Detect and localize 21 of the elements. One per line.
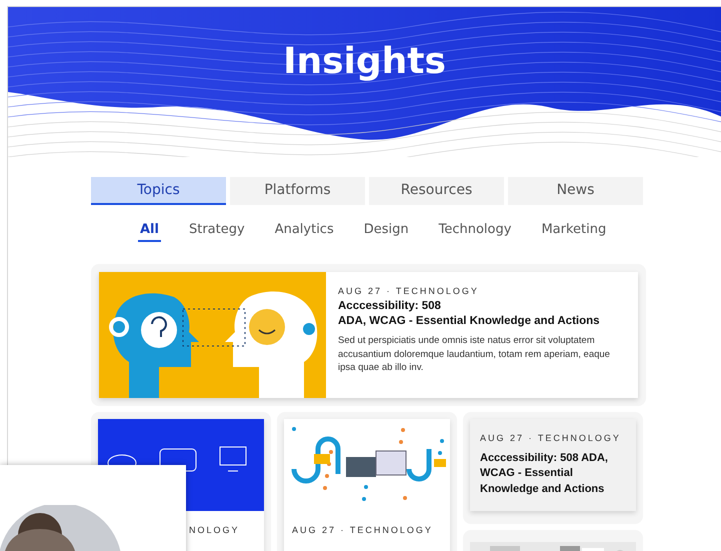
- page-title: Insights: [283, 41, 446, 82]
- tab[interactable]: Topics: [91, 177, 226, 205]
- filter-link[interactable]: Marketing: [539, 219, 608, 242]
- article-title: Acccessibility: 508 ADA, WCAG - Essential Knowledge and Actions: [480, 451, 609, 497]
- article-title: Acccessibility: 508 ADA, WCAG - Essential Knowledge and Actions: [338, 299, 601, 329]
- article-card[interactable]: AUG 27 · TECHNOLOGY: [284, 419, 450, 551]
- article-meta: NOLOGY: [188, 524, 241, 535]
- tab[interactable]: News: [508, 177, 643, 205]
- filter-link[interactable]: Design: [362, 219, 411, 242]
- article-meta: AUG 27 · TECHNOLOGY: [480, 433, 622, 443]
- article-card[interactable]: AUG 27 · TECHNOLOGY Acccessibility: 508 ADA, WCAG - Essential Knowledge and Actions: [470, 419, 636, 511]
- filter-link[interactable]: All: [138, 219, 161, 242]
- filter-link[interactable]: Technology: [436, 219, 514, 242]
- filter-link[interactable]: Analytics: [272, 219, 336, 242]
- filter-link[interactable]: Strategy: [186, 219, 247, 242]
- tab[interactable]: Platforms: [230, 177, 365, 205]
- article-meta: AUG 27 · TECHNOLOGY: [338, 286, 480, 296]
- article-meta: AUG 27 · TECHNOLOGY: [291, 524, 434, 535]
- article-excerpt: Sed ut perspiciatis unde omnis iste natus error sit voluptatem accusantium doloremque laudantium, totam rem aperiam, eaque ipsa quae ab illo inv.: [338, 334, 611, 376]
- tab[interactable]: Resources: [369, 177, 504, 205]
- featured-card[interactable]: [99, 272, 638, 398]
